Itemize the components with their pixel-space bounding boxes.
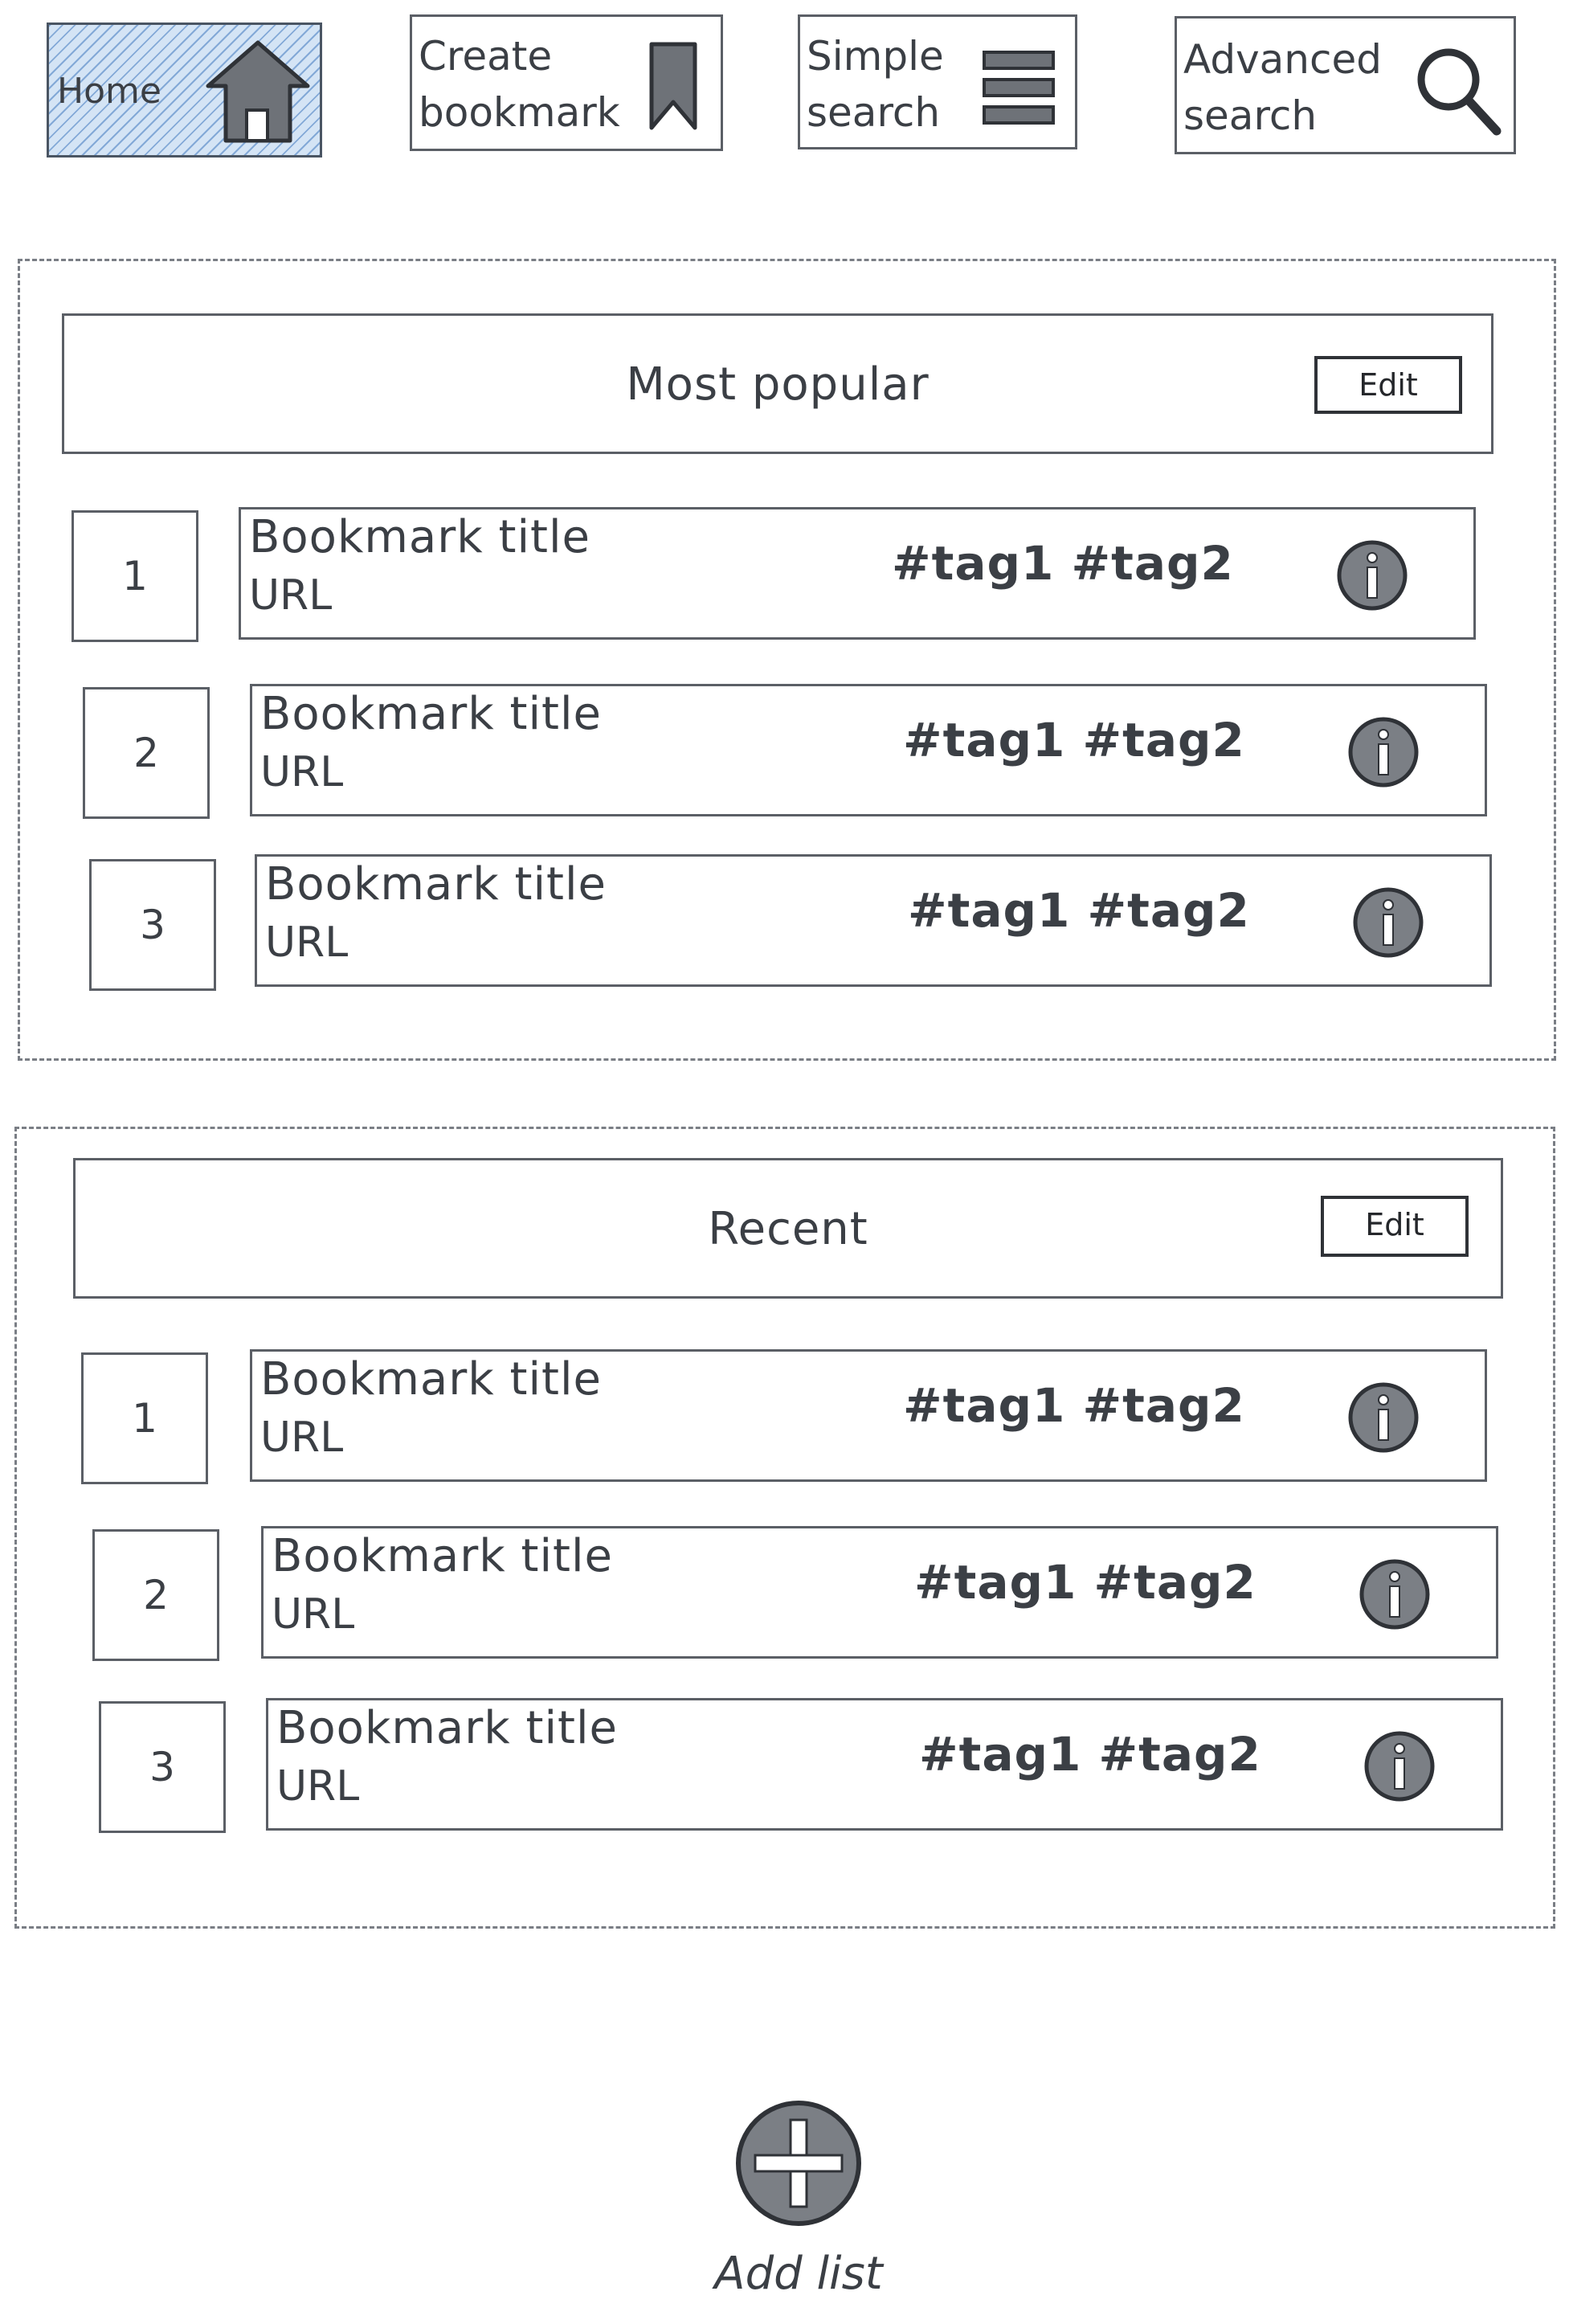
plus-circle-icon [734,2101,863,2231]
bookmark-tags[interactable]: #tag1 #tag2 [914,1551,1256,1614]
nav-simple-search-button[interactable]: Simple search [798,14,1077,149]
rank-box: 1 [81,1352,208,1484]
bookmark-title[interactable]: Bookmark title [249,506,590,569]
bookmark-row[interactable]: Bookmark title URL #tag1 #tag2 [255,854,1492,987]
list-title: Most popular [626,358,930,411]
bookmark-row[interactable]: Bookmark title URL #tag1 #tag2 [250,684,1487,816]
nav-home-button[interactable]: Home [47,23,322,158]
nav-create-bookmark-button[interactable]: Create bookmark [410,14,723,151]
nav-simple-search-label: Simple search [807,33,944,136]
info-icon[interactable] [1346,1381,1420,1455]
bookmark-url[interactable]: URL [265,911,348,974]
bookmark-icon [645,39,701,136]
info-icon[interactable] [1346,715,1420,789]
bookmark-url[interactable]: URL [272,1583,354,1646]
bookmark-url[interactable]: URL [249,564,332,627]
bookmark-title[interactable]: Bookmark title [272,1525,613,1588]
bookmark-tags[interactable]: #tag1 #tag2 [903,709,1245,771]
info-icon[interactable] [1351,886,1425,959]
bookmark-row[interactable]: Bookmark title URL #tag1 #tag2 [239,507,1476,640]
list-header: Most popular Edit [62,313,1493,454]
bookmark-url[interactable]: URL [260,1406,343,1469]
info-icon[interactable] [1335,538,1409,612]
list-title: Recent [708,1203,868,1255]
bookmark-title[interactable]: Bookmark title [265,853,607,916]
rank-box: 3 [99,1701,226,1833]
bookmark-url[interactable]: URL [260,741,343,804]
nav-advanced-search-button[interactable]: Advanced search [1175,16,1516,154]
bookmark-url[interactable]: URL [276,1755,359,1818]
nav-advanced-search-label: Advanced search [1183,36,1382,139]
bookmark-tags[interactable]: #tag1 #tag2 [919,1723,1261,1786]
bookmark-tags[interactable]: #tag1 #tag2 [892,532,1234,595]
bookmark-tags[interactable]: #tag1 #tag2 [903,1374,1245,1437]
rank-box: 2 [92,1529,219,1661]
list-panel-most-popular: Most popular Edit 1 Bookmark title URL #… [18,259,1556,1061]
bookmark-row[interactable]: Bookmark title URL #tag1 #tag2 [266,1698,1503,1831]
bookmark-tags[interactable]: #tag1 #tag2 [908,879,1250,942]
rank-box: 2 [83,687,210,819]
list-panel-recent: Recent Edit 1 Bookmark title URL #tag1 #… [14,1127,1555,1929]
bookmark-row[interactable]: Bookmark title URL #tag1 #tag2 [261,1526,1498,1659]
rank-box: 1 [72,510,198,642]
bookmark-title[interactable]: Bookmark title [276,1697,618,1760]
bookmark-title[interactable]: Bookmark title [260,1348,602,1411]
bookmark-row[interactable]: Bookmark title URL #tag1 #tag2 [250,1349,1487,1482]
edit-list-button[interactable]: Edit [1314,356,1462,414]
house-icon [202,36,314,149]
edit-list-button[interactable]: Edit [1321,1196,1469,1257]
nav-home-label: Home [57,71,161,112]
bookmark-title[interactable]: Bookmark title [260,683,602,746]
nav-create-bookmark-label: Create bookmark [419,33,620,136]
list-header: Recent Edit [73,1158,1503,1299]
magnifier-icon [1410,41,1506,141]
add-list-button[interactable] [734,2099,863,2228]
rank-box: 3 [89,859,216,991]
info-icon[interactable] [1358,1557,1432,1631]
info-icon[interactable] [1363,1729,1436,1803]
menu-lines-icon [981,49,1057,129]
add-list-label: Add list [714,2248,883,2300]
